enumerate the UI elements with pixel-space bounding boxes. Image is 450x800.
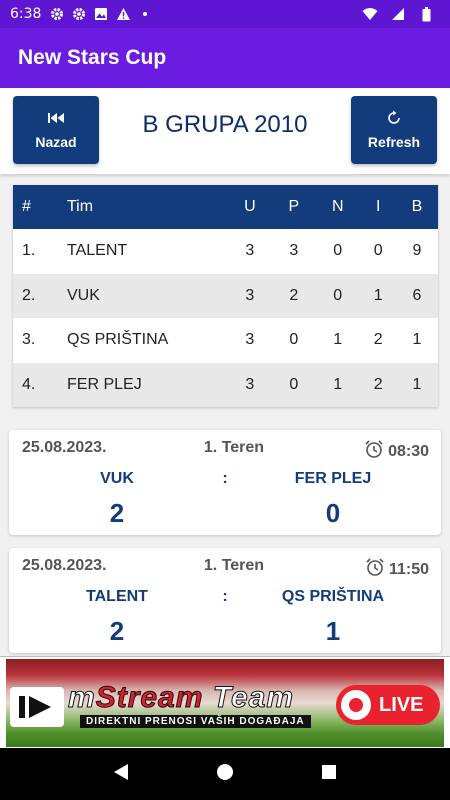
status-bar: 6:38 (0, 0, 450, 28)
rank-cell: 4. (13, 362, 59, 407)
points-cell: 1 (412, 331, 422, 349)
col-drawn: N (314, 185, 361, 229)
ad-banner[interactable]: mStream Team DIREKTNI PRENOSI VAŠIH DOGA… (0, 656, 450, 748)
alarm-clock-icon (364, 439, 384, 464)
points-cell: 9 (412, 242, 422, 260)
record-icon (341, 690, 371, 720)
away-score: 1 (325, 616, 341, 646)
home-team: TALENT (86, 588, 148, 605)
home-nav-icon[interactable] (215, 762, 235, 787)
away-team: QS PRIŠTINA (281, 588, 385, 605)
lost-cell: 0 (373, 242, 383, 260)
table-row[interactable]: 1. TALENT 3 3 0 0 9 (13, 229, 438, 274)
team-cell: QS PRIŠTINA (67, 331, 169, 349)
dot-icon (137, 6, 153, 22)
ad-image: mStream Team DIREKTNI PRENOSI VAŠIH DOGA… (6, 659, 444, 747)
recents-nav-icon[interactable] (320, 763, 338, 786)
ad-brand-team: Team (203, 681, 294, 715)
play-icon (10, 687, 64, 727)
rank-cell: 1. (22, 242, 36, 260)
team-cell: TALENT (67, 242, 128, 260)
back-nav-icon[interactable] (112, 762, 130, 787)
away-team: FER PLEJ (294, 470, 372, 487)
back-button-label: Nazad (35, 134, 77, 150)
refresh-button-label: Refresh (367, 134, 421, 150)
back-button[interactable]: Nazad (13, 96, 99, 164)
match-card[interactable]: 25.08.2023. 1. Teren 08:30 VUK : FER PLE… (9, 430, 441, 535)
drawn-cell: 0 (333, 242, 343, 260)
table-row[interactable]: 2. VUK 3 2 0 1 6 (13, 273, 438, 318)
rank-cell: 3. (22, 331, 36, 349)
won-cell: 3 (289, 242, 299, 260)
away-score: 0 (325, 498, 341, 528)
live-badge: LIVE (336, 685, 440, 725)
played-cell: 3 (227, 273, 273, 318)
match-field: 1. Teren (203, 557, 265, 574)
team-separator: : (222, 588, 228, 605)
gear-icon (49, 6, 65, 22)
alarm-clock-icon (365, 557, 385, 582)
match-card[interactable]: 25.08.2023. 1. Teren 11:50 TALENT : QS P… (9, 548, 441, 653)
table-row[interactable]: 4. FER PLEJ 3 0 1 2 1 (13, 362, 438, 407)
home-score: 2 (109, 498, 125, 528)
standings-table: # Tim U P N I B 1. TALENT 3 3 0 0 9 2. V… (13, 185, 438, 407)
lost-cell: 1 (360, 273, 396, 318)
team-cell: FER PLEJ (59, 362, 227, 407)
points-cell: 6 (395, 273, 438, 318)
match-time-value: 11:50 (388, 560, 429, 578)
col-team: Tim (59, 185, 227, 229)
status-time: 6:38 (10, 6, 42, 22)
gear-icon (71, 6, 87, 22)
app-title: New Stars Cup (18, 46, 167, 69)
battery-icon (418, 6, 434, 22)
col-won: P (272, 185, 315, 229)
signal-icon (390, 6, 406, 22)
match-date: 25.08.2023. (22, 557, 107, 574)
status-right (362, 6, 440, 22)
drawn-cell: 1 (314, 362, 361, 407)
wifi-icon (362, 6, 378, 22)
match-field: 1. Teren (203, 439, 265, 456)
refresh-button[interactable]: Refresh (351, 96, 437, 164)
col-played: U (227, 185, 273, 229)
played-cell: 3 (227, 362, 273, 407)
system-nav-bar (0, 748, 450, 800)
home-score: 2 (109, 616, 125, 646)
group-header: Nazad B GRUPA 2010 Refresh (0, 88, 450, 174)
lost-cell: 2 (360, 362, 396, 407)
team-cell: VUK (59, 273, 227, 318)
team-separator: : (222, 470, 228, 487)
ad-brand: mStream Team (68, 681, 294, 715)
live-label: LIVE (379, 693, 424, 716)
won-cell: 2 (272, 273, 315, 318)
group-title: B GRUPA 2010 (142, 111, 308, 138)
col-lost: I (360, 185, 396, 229)
drawn-cell: 1 (333, 331, 343, 349)
col-points: B (395, 185, 438, 229)
col-rank: # (13, 185, 59, 229)
match-time-value: 08:30 (388, 442, 429, 460)
won-cell: 0 (289, 331, 299, 349)
ad-brand-stream: Stream (95, 681, 204, 715)
match-time: 11:50 (365, 557, 429, 582)
image-icon (93, 6, 109, 22)
match-date: 25.08.2023. (22, 439, 107, 456)
table-row[interactable]: 3. QS PRIŠTINA 3 0 1 2 1 (13, 318, 438, 363)
match-time: 08:30 (364, 439, 429, 464)
ad-tagline: DIREKTNI PRENOSI VAŠIH DOGAĐAJA (80, 715, 311, 728)
won-cell: 0 (272, 362, 315, 407)
app-bar: New Stars Cup (0, 28, 450, 88)
table-header-row: # Tim U P N I B (13, 185, 438, 229)
played-cell: 3 (245, 242, 255, 260)
refresh-icon (386, 110, 402, 126)
ad-brand-prefix: m (68, 681, 96, 715)
drawn-cell: 0 (314, 273, 361, 318)
skip-back-icon (47, 110, 65, 126)
home-team: VUK (100, 470, 134, 487)
lost-cell: 2 (373, 331, 383, 349)
points-cell: 1 (395, 362, 438, 407)
played-cell: 3 (245, 331, 255, 349)
warning-icon (115, 6, 131, 22)
rank-cell: 2. (13, 273, 59, 318)
